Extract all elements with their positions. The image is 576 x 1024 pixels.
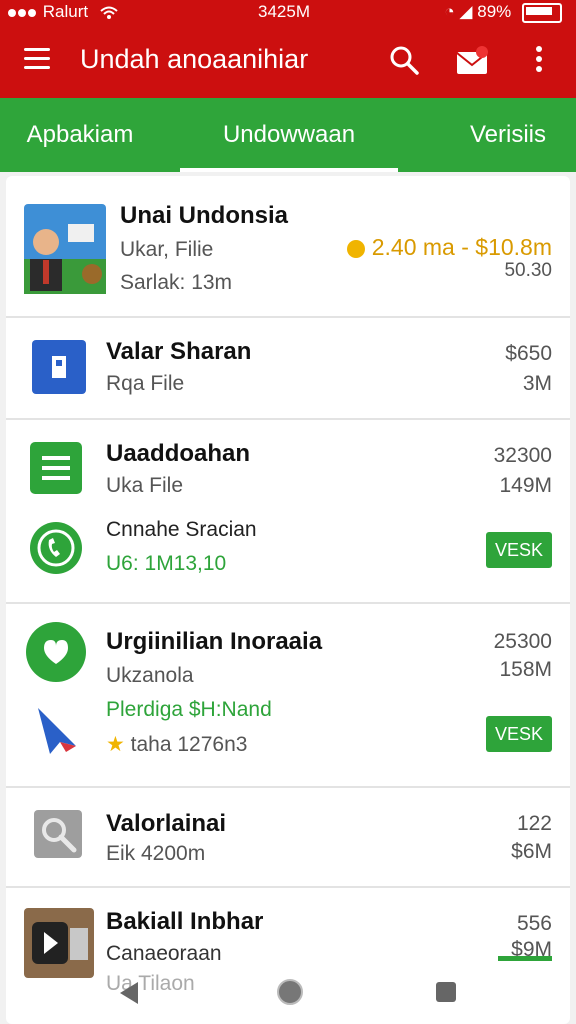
tab-apbakiam[interactable]: Apbakiam <box>0 98 160 172</box>
item-subtitle: Uka File <box>106 474 184 497</box>
app-thumbnail-icon <box>24 204 106 294</box>
item-subtitle: Ukzanola <box>106 664 194 687</box>
mail-icon[interactable] <box>456 46 490 76</box>
carrier-signal: Ralurt <box>8 2 119 22</box>
item-title: Valar Sharan <box>106 338 252 365</box>
battery-percent: 89% <box>477 2 512 21</box>
system-nav-bar <box>0 960 576 1024</box>
item-title: Bakiall Inbhar <box>106 908 264 935</box>
item-subtitle: Ukar, Filie <box>120 238 214 261</box>
list-item[interactable]: Uaaddoahan Uka File 32300 149M Cnnahe Sr… <box>6 418 570 604</box>
item-subtitle: Rqa File <box>106 372 185 395</box>
price-range: 2.40 ma - $10.8m <box>371 234 552 260</box>
alarm-icon: ◔ <box>444 2 455 21</box>
carrier-label: Ralurt <box>42 2 89 21</box>
coin-icon <box>347 239 366 258</box>
install-button[interactable]: VESK <box>486 532 552 568</box>
item-subtitle: Eik 4200m <box>106 842 206 865</box>
item-price: 122 <box>516 812 552 835</box>
cursor-arrow-icon <box>38 708 76 754</box>
list-item[interactable]: Valorlainai Eik 4200m 122 $6M <box>6 786 570 888</box>
item-subtitle: U6: 1M13,10 <box>106 552 227 575</box>
document-icon <box>32 340 86 394</box>
magnifier-icon <box>34 810 82 858</box>
star-icon: ★ <box>106 733 125 756</box>
item-title: Urgiinilian Inoraaia <box>106 628 323 655</box>
item-title: Valorlainai <box>106 810 227 837</box>
more-vert-icon[interactable] <box>534 46 544 76</box>
item-price-secondary: 50.30 <box>504 260 552 281</box>
item-price: $650 <box>505 342 552 365</box>
item-rating: ★ taha 1276n3 <box>106 732 247 757</box>
back-icon[interactable] <box>116 980 142 1006</box>
battery-icon <box>522 2 562 23</box>
item-size: 3M <box>522 372 552 395</box>
item-title-secondary: Cnnahe Sracian <box>106 518 257 541</box>
item-price: 25300 <box>493 630 552 653</box>
tab-bar: Apbakiam Undowwaan Verisiis <box>0 98 576 172</box>
home-icon[interactable] <box>276 978 304 1006</box>
wifi-icon <box>100 6 118 19</box>
recents-icon[interactable] <box>434 980 458 1004</box>
list-item[interactable]: Valar Sharan Rqa File $650 3M <box>6 316 570 420</box>
status-time: 3425M <box>258 2 310 21</box>
page-title: Undah anoaanihiar <box>80 44 309 74</box>
item-title: Uaaddoahan <box>106 440 251 467</box>
item-price: 32300 <box>493 444 552 467</box>
heart-chat-icon <box>26 622 86 682</box>
active-tab-indicator <box>180 168 398 172</box>
hamburger-menu-icon[interactable] <box>24 48 50 75</box>
tab-verisiis[interactable]: Verisiis <box>440 98 576 172</box>
item-size: 158M <box>499 658 552 681</box>
signal-icon: ◢ <box>459 2 473 21</box>
item-price: 556 <box>516 912 552 935</box>
rating-text: taha 1276n3 <box>130 733 248 756</box>
item-size: $6M <box>511 840 552 863</box>
tab-undowwaan[interactable]: Undowwaan <box>180 98 398 172</box>
list-item[interactable]: Unai Undonsia Ukar, Filie Sarlak: 13m 2.… <box>6 176 570 318</box>
item-size: Sarlak: 13m <box>120 271 233 294</box>
list-item[interactable]: Urgiinilian Inoraaia Ukzanola Plerdiga $… <box>6 602 570 788</box>
app-list-card: Unai Undonsia Ukar, Filie Sarlak: 13m 2.… <box>6 176 570 1024</box>
phone-icon <box>30 522 82 574</box>
app-bar: Undah anoaanihiar <box>0 26 576 98</box>
item-size: 149M <box>499 474 552 497</box>
notes-icon <box>30 442 82 494</box>
status-right: ◔ ◢ 89% <box>444 2 562 23</box>
item-note: Plerdiga $H:Nand <box>106 698 272 721</box>
price-badge: 2.40 ma - $10.8m <box>347 234 552 261</box>
install-button[interactable]: VESK <box>486 716 552 752</box>
status-bar: Ralurt 3425M ◔ ◢ 89% <box>0 0 576 26</box>
item-title: Unai Undonsia <box>120 202 289 229</box>
search-icon[interactable] <box>388 44 420 76</box>
